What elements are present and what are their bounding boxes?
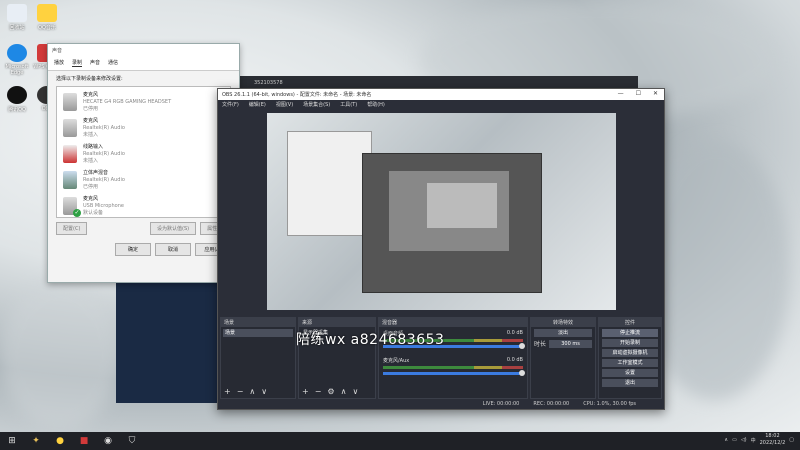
qq-penguin-icon [7,86,27,104]
obs-titlebar: OBS 26.1.1 (64-bit, windows) - 配置文件: 未命名… [218,89,664,100]
clock[interactable]: 18:02 2022/12/2 [760,433,786,447]
minimize-icon[interactable]: — [618,90,624,97]
volume-icon[interactable]: ◁) [741,437,747,443]
windows-start-icon[interactable]: ⊞ [3,433,21,449]
microphone-icon [63,119,77,137]
scenes-dock: 场景 场景 + − ∧ ∨ [220,317,296,399]
preview-nested-obs-inner2 [427,183,497,228]
network-icon[interactable]: ▭ [732,437,737,443]
ok-button[interactable]: 确定 [115,243,151,256]
preview-nested-dialog [287,131,372,236]
sources-header: 来源 [299,318,375,327]
mixer-track: 麦克风/Aux 0.0 dB [379,354,527,381]
scenes-header: 场景 [221,318,295,327]
recycle-bin-icon [7,4,27,22]
qq-music-icon [37,4,57,22]
configure-button[interactable]: 配置(C) [56,222,88,235]
move-down-icon[interactable]: ∨ [352,387,358,396]
device-item[interactable]: ✓ 麦克风 USB Microphone 默认设备 [59,193,228,219]
move-down-icon[interactable]: ∨ [261,387,267,396]
device-item[interactable]: 线路输入 Realtek(R) Audio 未插入 [59,141,228,167]
taskbar-shield-icon[interactable]: ⛉ [123,433,141,449]
add-icon[interactable]: + [302,387,309,396]
sound-dialog-titlebar: 声音 [48,44,239,56]
desktop-icon-recycle-bin[interactable]: 回收站 [2,4,32,31]
menu-help[interactable]: 帮助(H) [367,101,385,108]
scene-item[interactable]: 场景 [223,329,293,337]
taskbar-wps-icon[interactable]: ■ [75,433,93,449]
start-recording-button[interactable]: 开始录制 [602,339,658,347]
edge-icon [7,44,27,62]
close-icon[interactable]: ✕ [653,90,658,97]
menu-edit[interactable]: 编辑(E) [249,101,266,108]
desktop-icon-qq-music[interactable]: QQ音乐 [32,4,62,31]
microphone-icon [63,93,77,111]
usb-microphone-icon: ✓ [63,197,81,217]
exit-button[interactable]: 退出 [602,379,658,387]
cpu-status: CPU: 1.0%, 30.00 fps [583,401,636,407]
live-status: LIVE: 00:00:00 [482,401,520,407]
default-check-icon: ✓ [73,209,81,217]
duration-label: 时长 [534,341,547,348]
notification-icon[interactable]: ▢ [789,437,794,443]
controls-dock: 控件 停止推流 开始录制 启动虚拟摄像机 工作室模式 设置 退出 [598,317,662,399]
device-item[interactable]: 立体声混音 Realtek(R) Audio 已停用 [59,167,228,193]
sound-dialog: 声音 播放 录制 声音 通信 选择以下录制设备来修改设置: 麦克风 HECATE … [47,43,240,283]
device-item[interactable]: 麦克风 HECATE G4 RGB GAMING HEADSET 已停用 [59,89,228,115]
tab-playback[interactable]: 播放 [54,59,64,67]
menu-file[interactable]: 文件(F) [222,101,239,108]
rec-status: REC: 00:00:00 [533,401,570,407]
obs-statusbar: LIVE: 00:00:00 REC: 00:00:00 CPU: 1.0%, … [218,399,664,409]
menu-tools[interactable]: 工具(T) [340,101,357,108]
line-in-icon [63,145,77,163]
duration-input[interactable]: 300 ms [549,339,592,348]
transition-select[interactable]: 淡出 [534,329,592,337]
transitions-dock: 转场特效 淡出 时长 300 ms [530,317,596,399]
add-icon[interactable]: + [224,387,231,396]
settings-button[interactable]: 设置 [602,369,658,377]
taskbar-app-1-icon[interactable]: ✦ [27,433,45,449]
instruction-text: 选择以下录制设备来修改设置: [56,76,123,82]
taskbar: ⊞ ✦ ● ■ ◉ ⛉ ∧ ▭ ◁) 中 18:02 2022/12/2 ▢ [0,432,800,450]
device-item[interactable]: 麦克风 Realtek(R) Audio 未插入 [59,115,228,141]
remove-icon[interactable]: − [237,387,244,396]
system-tray: ∧ ▭ ◁) 中 18:02 2022/12/2 ▢ [724,433,794,447]
tab-sounds[interactable]: 声音 [90,59,100,67]
cancel-button[interactable]: 取消 [155,243,191,256]
studio-mode-button[interactable]: 工作室模式 [602,359,658,367]
move-up-icon[interactable]: ∧ [341,387,347,396]
volume-slider[interactable] [383,370,525,376]
obs-window: OBS 26.1.1 (64-bit, windows) - 配置文件: 未命名… [217,88,665,410]
mixer-header: 混音器 [379,318,527,327]
start-virtual-camera-button[interactable]: 启动虚拟摄像机 [602,349,658,357]
ime-icon[interactable]: 中 [751,437,756,444]
maximize-icon[interactable]: ☐ [636,90,641,97]
stop-streaming-button[interactable]: 停止推流 [602,329,658,337]
remove-icon[interactable]: − [315,387,322,396]
sound-dialog-tabs: 播放 录制 声音 通信 [48,56,239,71]
desktop-icon-edge[interactable]: Microsoft Edge [2,44,32,76]
recording-device-list: 麦克风 HECATE G4 RGB GAMING HEADSET 已停用 麦克风 Re… [56,86,231,218]
desktop-icon-qq[interactable]: 腾讯QQ [2,86,32,113]
chevron-up-icon[interactable]: ∧ [724,437,728,443]
volume-meter [383,366,523,369]
watermark-text: 陪练wx a824683653 [296,332,445,348]
set-default-button[interactable]: 设为默认值(S) [150,222,197,235]
taskbar-qq-music-icon[interactable]: ● [51,433,69,449]
tab-recording[interactable]: 录制 [72,59,83,67]
obs-menubar: 文件(F) 编辑(E) 视图(V) 场景集合(S) 工具(T) 帮助(H) [218,100,664,109]
controls-header: 控件 [599,318,661,327]
transitions-header: 转场特效 [531,318,595,327]
menu-scene-collection[interactable]: 场景集合(S) [303,101,330,108]
obs-preview[interactable] [267,113,616,310]
move-up-icon[interactable]: ∧ [249,387,255,396]
stereo-mix-icon [63,171,77,189]
taskbar-obs-icon[interactable]: ◉ [99,433,117,449]
gear-icon[interactable]: ⚙ [327,387,334,396]
menu-view[interactable]: 视图(V) [276,101,293,108]
tab-communications[interactable]: 通信 [108,59,118,67]
background-app-window [116,283,220,403]
